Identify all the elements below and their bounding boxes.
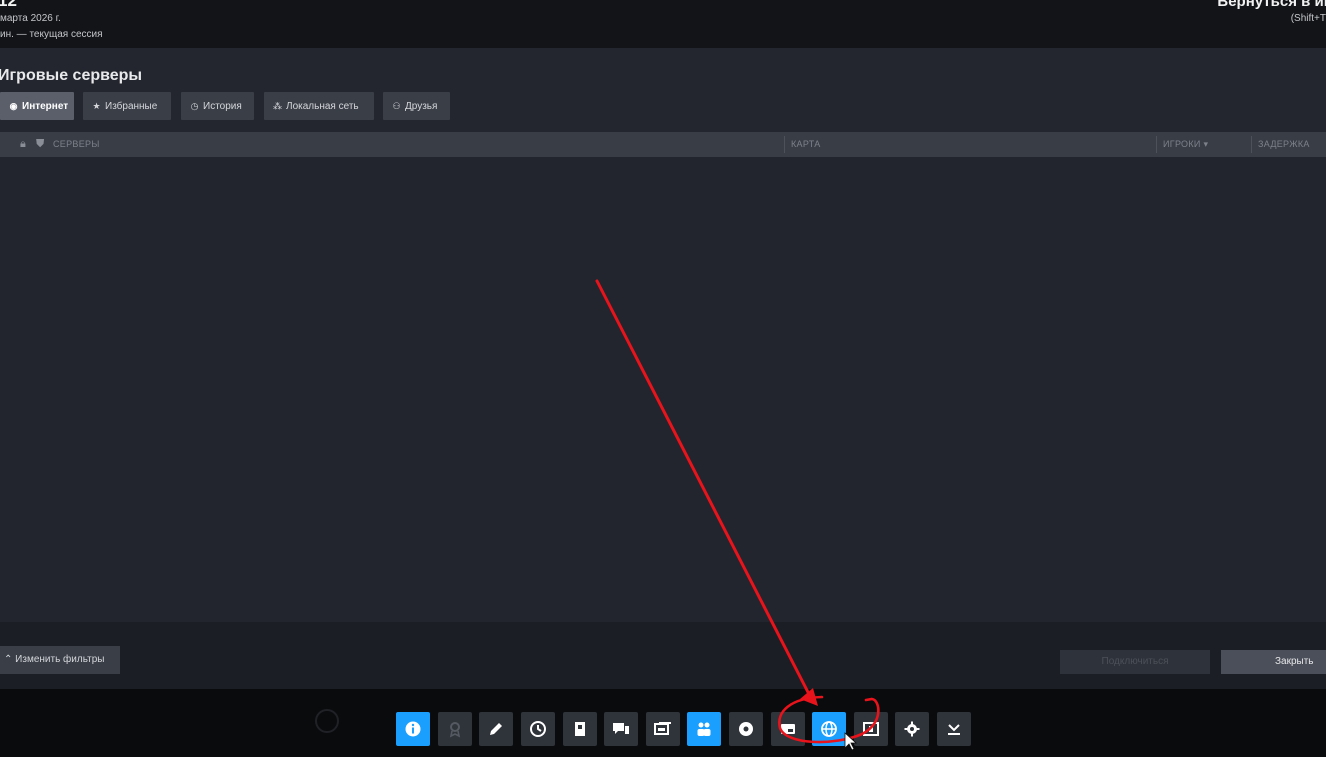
taskbar-music-button[interactable] <box>729 712 763 746</box>
browser-icon <box>781 724 795 734</box>
close-button[interactable]: Закрыть <box>1221 650 1326 674</box>
taskbar-friends-button[interactable] <box>687 712 721 746</box>
tab-friends[interactable]: ⚇ Друзья <box>383 92 450 120</box>
tab-favorites[interactable]: ★ Избранные <box>83 92 171 120</box>
column-latency[interactable]: ЗАДЕРЖКА <box>1258 132 1310 157</box>
taskbar-downloads-button[interactable] <box>937 712 971 746</box>
overlay-taskbar <box>0 689 1326 757</box>
taskbar-timer-button[interactable] <box>521 712 555 746</box>
taskbar-info-button[interactable] <box>396 712 430 746</box>
game-servers-window: Игровые серверы ◉ Интернет ★ Избранные ◷ Ис… <box>0 48 1326 689</box>
friends-icon: ⚇ <box>392 101 401 111</box>
window-footer: ⌃ Изменить фильтры Подключиться Закрыть <box>0 622 1326 689</box>
music-icon <box>739 722 753 736</box>
info-icon <box>405 721 421 737</box>
tab-internet[interactable]: ◉ Интернет <box>0 92 74 120</box>
screen: 12 марта 2026 г. ин. — текущая сессия Ве… <box>0 0 1326 757</box>
taskbar-screenshots-button[interactable] <box>646 712 680 746</box>
tab-label: История <box>203 101 242 112</box>
lock-icon[interactable]: 🔒︎ <box>20 132 26 157</box>
achievements-icon <box>449 722 461 738</box>
globe-icon <box>821 721 837 737</box>
star-icon: ★ <box>92 101 101 111</box>
change-filters-button[interactable]: ⌃ Изменить фильтры <box>0 646 120 674</box>
tab-label: Интернет <box>22 101 69 112</box>
column-servers[interactable]: СЕРВЕРЫ <box>53 132 100 157</box>
globe-icon: ◉ <box>9 101 18 111</box>
column-map[interactable]: КАРТА <box>791 132 821 157</box>
loading-ring-icon <box>315 709 339 733</box>
return-shortcut-hint: (Shift+T <box>1290 13 1326 24</box>
column-divider <box>1251 136 1252 153</box>
taskbar-notes-button[interactable] <box>479 712 513 746</box>
network-icon: ⁂ <box>273 101 282 111</box>
taskbar-game-servers-button[interactable] <box>812 712 846 746</box>
taskbar-browser-button[interactable] <box>771 712 805 746</box>
connect-button[interactable]: Подключиться <box>1060 650 1210 674</box>
tab-label: Друзья <box>405 101 438 112</box>
screenshots-icon <box>654 722 671 735</box>
overlay-header: 12 марта 2026 г. ин. — текущая сессия Ве… <box>0 0 1326 48</box>
column-players[interactable]: ИГРОКИ ▾ <box>1163 132 1208 157</box>
session-label: ин. — текущая сессия <box>0 29 103 40</box>
clock-icon: ◷ <box>190 101 199 111</box>
recording-icon <box>863 722 879 736</box>
server-list[interactable] <box>0 157 1326 622</box>
change-filters-label: Изменить фильтры <box>15 654 105 665</box>
chat-icon <box>613 723 629 734</box>
pencil-icon <box>490 723 502 735</box>
taskbar-chat-button[interactable] <box>604 712 638 746</box>
tab-history[interactable]: ◷ История <box>181 92 254 120</box>
page-title: Игровые серверы <box>0 67 143 84</box>
taskbar-recording-button[interactable] <box>854 712 888 746</box>
tab-lan[interactable]: ⁂ Локальная сеть <box>264 92 374 120</box>
guide-icon <box>575 722 585 736</box>
column-divider <box>784 136 785 153</box>
time-played-value: 12 <box>0 0 17 10</box>
session-date: марта 2026 г. <box>0 13 61 24</box>
taskbar-guides-button[interactable] <box>563 712 597 746</box>
tab-label: Локальная сеть <box>286 101 359 112</box>
shield-icon[interactable]: ⛊ <box>36 132 44 157</box>
download-icon <box>948 724 960 735</box>
tab-label: Избранные <box>105 101 158 112</box>
taskbar-achievements-button[interactable] <box>438 712 472 746</box>
taskbar-settings-button[interactable] <box>895 712 929 746</box>
column-divider <box>1156 136 1157 153</box>
return-to-game-button[interactable]: Вернуться в иг <box>1217 0 1326 10</box>
settings-icon <box>904 721 920 737</box>
clock-icon <box>530 721 546 737</box>
chevrons-up-icon: ⌃ <box>4 654 16 665</box>
server-list-header: 🔒︎ ⛊ СЕРВЕРЫ КАРТА ИГРОКИ ▾ ЗАДЕРЖКА <box>0 132 1326 157</box>
friends-icon <box>697 722 711 736</box>
